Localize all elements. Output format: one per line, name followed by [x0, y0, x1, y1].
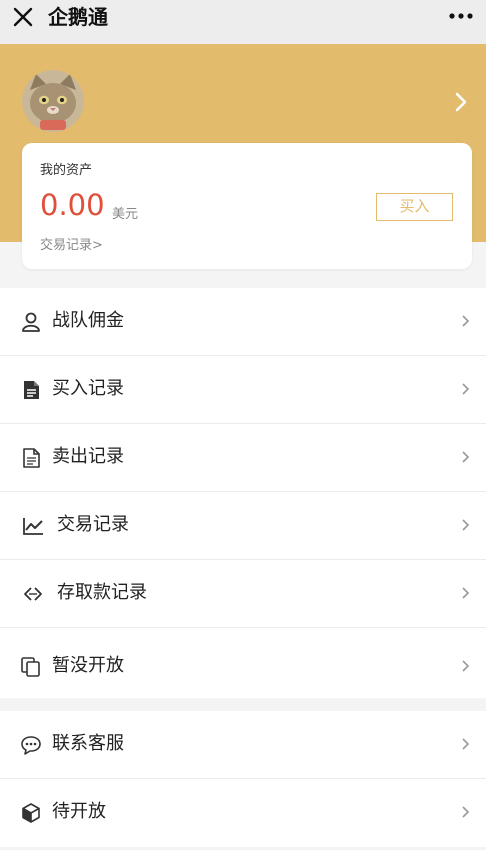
- asset-card: 我的资产 0.00 美元 交易记录> 买入: [22, 143, 472, 269]
- menu-item-label: 待开放: [52, 801, 106, 822]
- menu-item-team-commission[interactable]: 战队佣金: [0, 288, 486, 356]
- cube-icon: [22, 803, 40, 823]
- chevron-right-icon: [462, 660, 470, 672]
- avatar[interactable]: [22, 70, 84, 132]
- menu-item-deposit-withdraw-records[interactable]: 存取款记录: [0, 560, 486, 628]
- document-filled-icon: [24, 381, 39, 399]
- close-icon[interactable]: [10, 4, 36, 30]
- chevron-right-icon: [462, 451, 470, 463]
- menu-item-label: 联系客服: [52, 733, 124, 754]
- user-icon: [22, 312, 40, 332]
- section-divider: [0, 698, 486, 711]
- chevron-right-icon: [462, 587, 470, 599]
- chevron-right-icon: [462, 315, 470, 327]
- chevron-right-icon: [462, 383, 470, 395]
- more-icon[interactable]: [448, 10, 474, 22]
- document-outline-icon: [23, 448, 40, 468]
- menu-item-trade-records[interactable]: 交易记录: [0, 492, 486, 560]
- cat-avatar-icon: [22, 70, 84, 132]
- menu-item-label: 战队佣金: [52, 310, 124, 331]
- menu-item-sell-records[interactable]: 卖出记录: [0, 424, 486, 492]
- menu-item-label: 卖出记录: [52, 446, 124, 467]
- chevron-right-icon: [462, 806, 470, 818]
- chevron-right-icon: [462, 519, 470, 531]
- chevron-right-icon: [462, 738, 470, 750]
- asset-amount: 0.00: [40, 188, 105, 222]
- menu-item-customer-service[interactable]: 联系客服: [0, 711, 486, 779]
- menu-item-label: 暂没开放: [52, 655, 124, 676]
- menu-item-pending-open[interactable]: 待开放: [0, 779, 486, 847]
- transaction-records-link[interactable]: 交易记录>: [40, 234, 103, 253]
- menu-item-label: 交易记录: [57, 514, 129, 535]
- copy-icon: [21, 657, 40, 677]
- asset-unit: 美元: [112, 207, 139, 222]
- menu-item-buy-records[interactable]: 买入记录: [0, 356, 486, 424]
- trend-chart-icon: [23, 518, 43, 535]
- profile-chevron-icon[interactable]: [454, 92, 468, 112]
- chat-bubble-icon: [21, 736, 41, 755]
- menu-item-label: 存取款记录: [57, 582, 147, 603]
- exchange-icon: [24, 587, 42, 601]
- menu-list-secondary: 联系客服 待开放: [0, 711, 486, 847]
- menu-list-primary: 战队佣金 买入记录 卖出记录 交易记录 存取款记录 暂没开放: [0, 288, 486, 706]
- page-title: 企鹅通: [48, 5, 108, 29]
- menu-item-label: 买入记录: [52, 378, 124, 399]
- buy-button[interactable]: 买入: [376, 193, 453, 221]
- top-bar: 企鹅通: [0, 0, 486, 44]
- asset-label: 我的资产: [40, 163, 93, 178]
- menu-item-not-open[interactable]: 暂没开放: [0, 628, 486, 706]
